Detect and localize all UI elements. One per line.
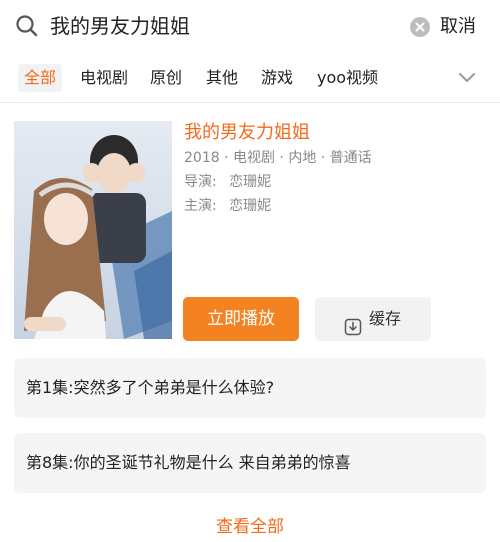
cancel-button[interactable]: 取消 <box>440 14 476 40</box>
cast-label: 主演: <box>184 198 217 214</box>
tab-tv-series[interactable]: 电视剧 <box>80 64 128 92</box>
episode-item[interactable]: 第1集:突然多了个弟弟是什么体验? <box>14 358 486 418</box>
download-icon <box>344 309 362 336</box>
divider <box>0 102 500 103</box>
director-label: 导演: <box>184 174 217 190</box>
cache-label: 缓存 <box>369 309 402 328</box>
search-bar[interactable]: 我的男友力姐姐 取消 <box>0 0 500 52</box>
category-tabs: 全部 电视剧 原创 其他 游戏 yoo视频 <box>0 56 500 100</box>
tab-original[interactable]: 原创 <box>150 64 182 92</box>
tab-all[interactable]: 全部 <box>18 64 63 92</box>
tab-other[interactable]: 其他 <box>206 64 238 92</box>
search-icon <box>14 13 40 39</box>
cast-row: 主演: 恋珊妮 <box>184 196 271 216</box>
director-name: 恋珊妮 <box>229 174 272 190</box>
director-row: 导演: 恋珊妮 <box>184 172 271 192</box>
tab-yoo-video[interactable]: yoo视频 <box>317 64 378 92</box>
cache-button[interactable]: 缓存 <box>315 297 431 341</box>
episode-title: 第8集:你的圣诞节礼物是什么 来自弟弟的惊喜 <box>26 453 351 472</box>
episode-title: 第1集:突然多了个弟弟是什么体验? <box>26 378 275 397</box>
play-now-button[interactable]: 立即播放 <box>183 297 299 341</box>
clear-icon[interactable] <box>410 17 430 37</box>
episode-item[interactable]: 第8集:你的圣诞节礼物是什么 来自弟弟的惊喜 <box>14 433 486 493</box>
chevron-down-icon[interactable] <box>456 68 478 86</box>
show-meta: 2018 · 电视剧 · 内地 · 普通话 <box>184 150 372 166</box>
tab-games[interactable]: 游戏 <box>261 64 293 92</box>
search-input[interactable]: 我的男友力姐姐 <box>50 12 190 40</box>
cast-name: 恋珊妮 <box>229 198 272 214</box>
view-all-link[interactable]: 查看全部 <box>0 514 500 540</box>
poster-image[interactable] <box>14 121 172 339</box>
show-title[interactable]: 我的男友力姐姐 <box>184 120 310 146</box>
